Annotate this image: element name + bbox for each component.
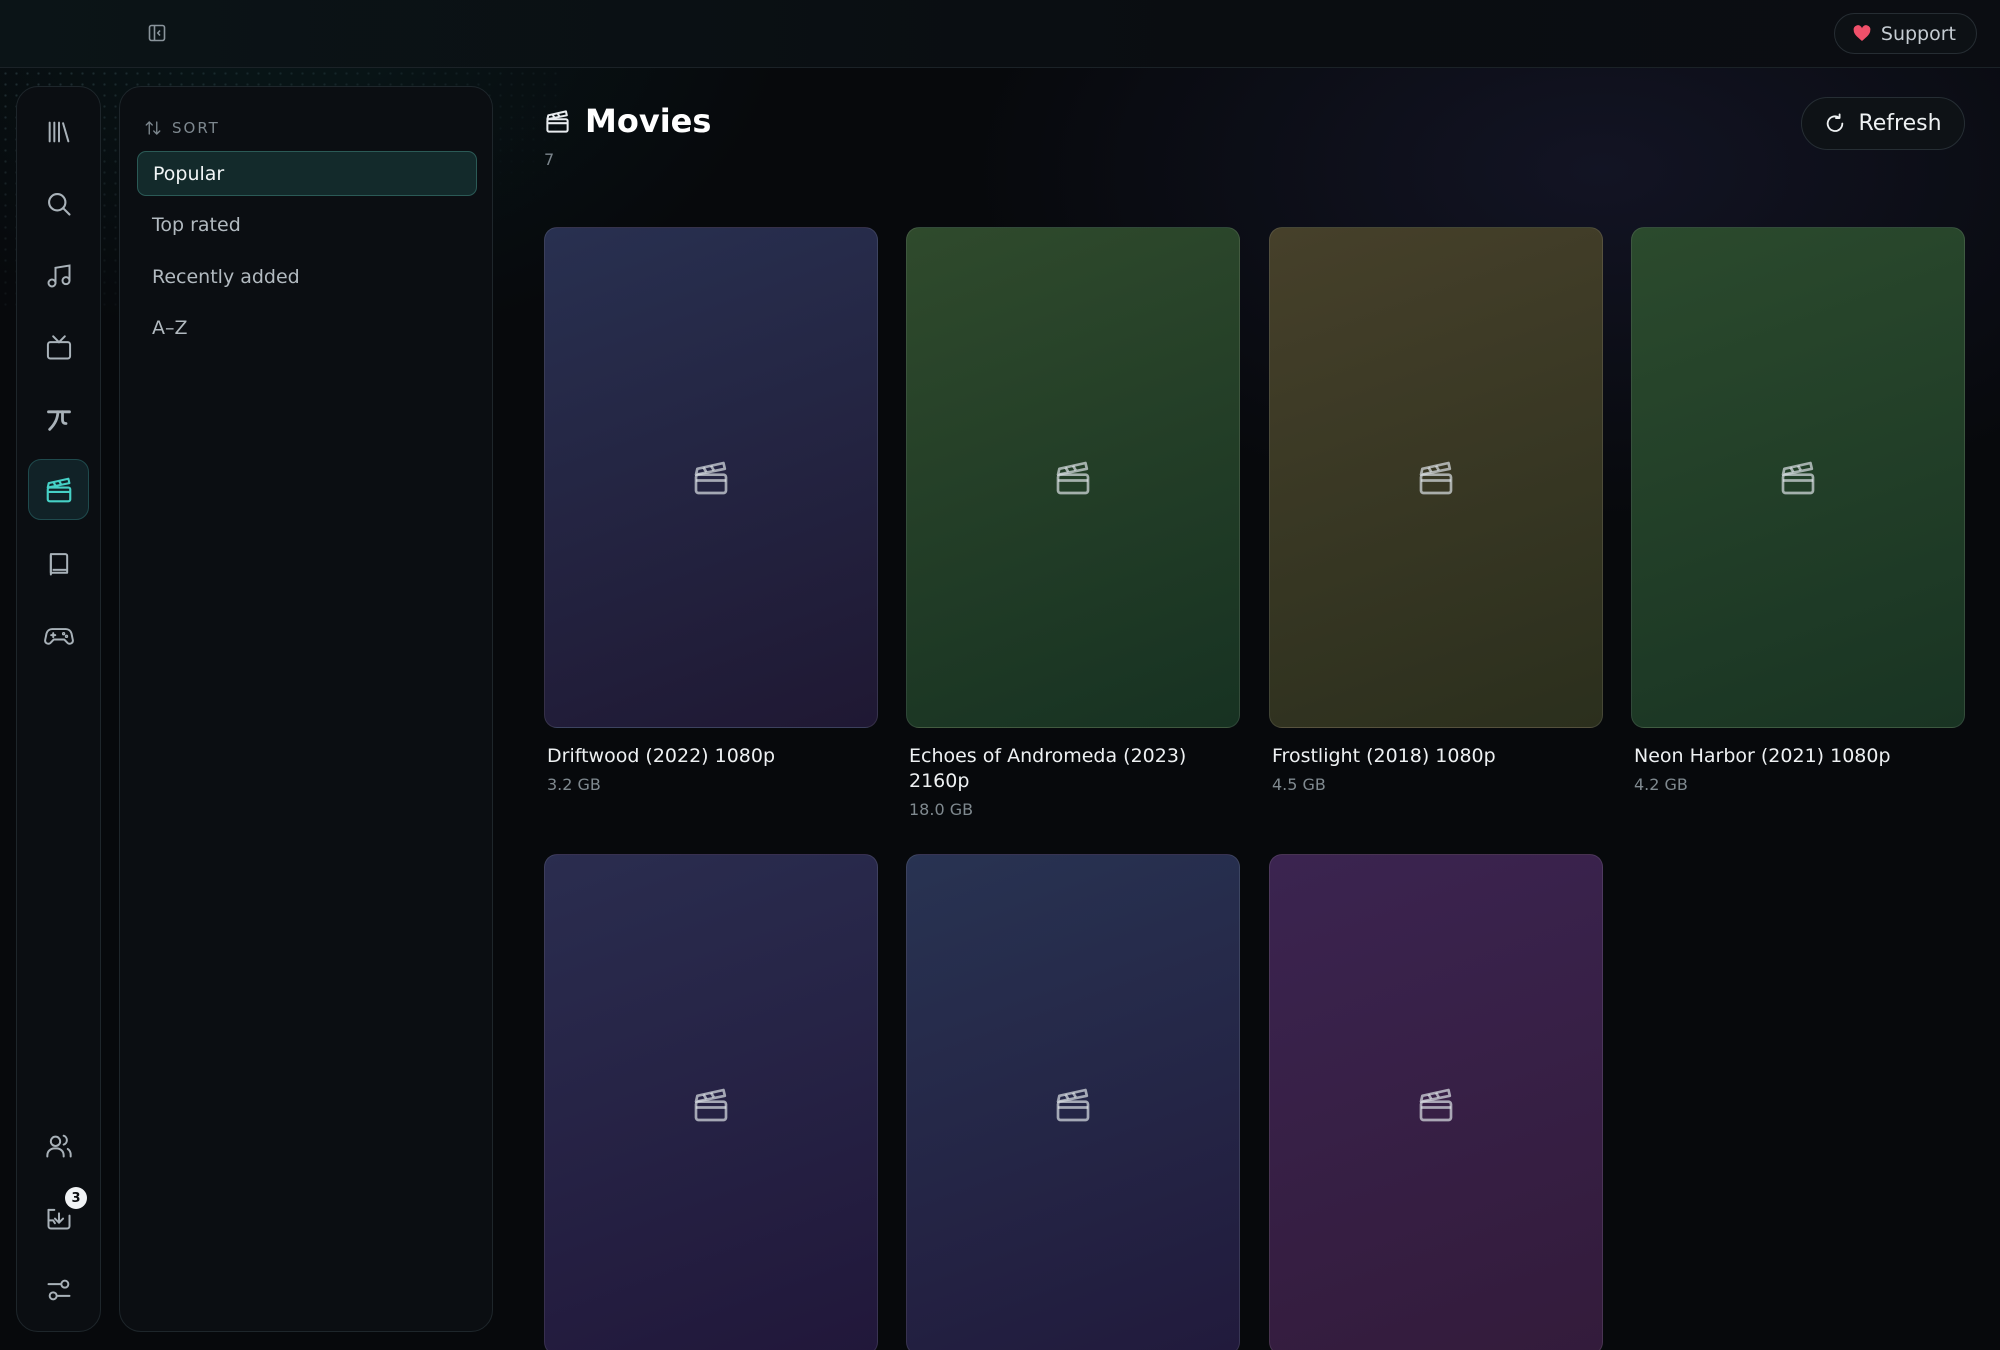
rail-item-music[interactable] xyxy=(28,245,89,306)
rail-item-anime[interactable] xyxy=(28,389,89,450)
support-button[interactable]: Support xyxy=(1833,13,1977,54)
movie-size: 3.2 GB xyxy=(547,775,601,794)
rail-item-users[interactable] xyxy=(28,1115,89,1176)
movie-poster[interactable] xyxy=(1269,227,1603,728)
movie-grid: Driftwood (2022) 1080p 3.2 GB Echoes of An… xyxy=(544,227,1966,1350)
sidebar-toggle-icon xyxy=(148,24,166,42)
rail-item-games[interactable] xyxy=(28,605,89,666)
refresh-label: Refresh xyxy=(1858,111,1942,136)
sort-option-recently-added[interactable]: Recently added xyxy=(137,254,477,299)
clapperboard-icon xyxy=(1419,461,1453,494)
clapperboard-icon xyxy=(46,477,71,502)
movie-poster[interactable] xyxy=(544,854,878,1350)
library-icon xyxy=(48,121,69,142)
heart-icon xyxy=(1853,25,1871,41)
download-tray-icon xyxy=(47,1208,70,1229)
rail-item-downloads[interactable]: 3 xyxy=(28,1187,89,1248)
rail-item-movies[interactable] xyxy=(28,459,89,520)
movie-card[interactable] xyxy=(544,854,878,1350)
movie-poster[interactable] xyxy=(1631,227,1965,728)
movie-size: 18.0 GB xyxy=(909,800,974,819)
rail-item-settings[interactable] xyxy=(28,1259,89,1320)
rail-item-search[interactable] xyxy=(28,173,89,234)
refresh-icon xyxy=(1827,112,1844,132)
movie-poster[interactable] xyxy=(544,227,878,728)
clapperboard-icon xyxy=(694,461,728,494)
refresh-button[interactable]: Refresh xyxy=(1801,97,1965,150)
movie-card[interactable]: Frostlight (2018) 1080p 4.5 GB xyxy=(1269,227,1603,794)
movie-title: Echoes of Andromeda (2023) 2160p xyxy=(909,745,1187,792)
sort-heading-label: SORT xyxy=(172,119,220,137)
book-icon xyxy=(49,552,68,575)
users-icon xyxy=(45,1134,72,1157)
movie-poster[interactable] xyxy=(906,854,1240,1350)
movie-poster[interactable] xyxy=(1269,854,1603,1350)
clapperboard-icon xyxy=(1781,461,1815,494)
clapperboard-icon xyxy=(546,109,569,133)
music-note-icon xyxy=(47,263,70,287)
clapperboard-icon xyxy=(1056,1088,1090,1121)
sort-option-a-z[interactable]: A–Z xyxy=(137,305,477,350)
sliders-icon xyxy=(47,1279,70,1300)
movie-card[interactable]: Driftwood (2022) 1080p 3.2 GB xyxy=(544,227,878,794)
movie-card[interactable] xyxy=(1269,854,1603,1350)
movie-card[interactable]: Echoes of Andromeda (2023) 2160p 18.0 GB xyxy=(906,227,1240,819)
movie-title: Driftwood (2022) 1080p xyxy=(547,745,776,767)
top-bar: Support xyxy=(0,0,2000,68)
search-icon xyxy=(47,192,71,216)
page-title-text: Movies xyxy=(585,102,712,140)
page-title: Movies xyxy=(544,102,711,140)
icon-rail: 3 xyxy=(16,86,101,1332)
rail-item-books[interactable] xyxy=(28,533,89,594)
clapperboard-icon xyxy=(694,1088,728,1121)
movie-title: Neon Harbor (2021) 1080p xyxy=(1634,745,1891,767)
gamepad-icon xyxy=(43,627,74,645)
movie-card[interactable]: Neon Harbor (2021) 1080p 4.2 GB xyxy=(1631,227,1965,794)
movie-title: Frostlight (2018) 1080p xyxy=(1272,745,1496,767)
clapperboard-icon xyxy=(1419,1088,1453,1121)
movie-size: 4.2 GB xyxy=(1634,775,1688,794)
sort-arrows-icon xyxy=(145,121,161,135)
sort-option-top-rated[interactable]: Top rated xyxy=(137,202,477,247)
tv-icon xyxy=(46,334,71,359)
anime-icon xyxy=(46,409,71,431)
rail-item-tv[interactable] xyxy=(28,317,89,378)
item-count: 7 xyxy=(544,150,555,169)
clapperboard-icon xyxy=(1056,461,1090,494)
sort-option-popular[interactable]: Popular xyxy=(137,151,477,196)
sort-heading: SORT xyxy=(144,119,220,137)
movie-card[interactable] xyxy=(906,854,1240,1350)
movie-size: 4.5 GB xyxy=(1272,775,1326,794)
sort-panel: SORT Popular Top rated Recently added A–… xyxy=(119,86,493,1332)
rail-item-library[interactable] xyxy=(28,101,89,162)
downloads-badge: 3 xyxy=(65,1187,87,1209)
collapse-sidebar-button[interactable] xyxy=(146,22,168,44)
movie-poster[interactable] xyxy=(906,227,1240,728)
support-label: Support xyxy=(1880,22,1956,45)
